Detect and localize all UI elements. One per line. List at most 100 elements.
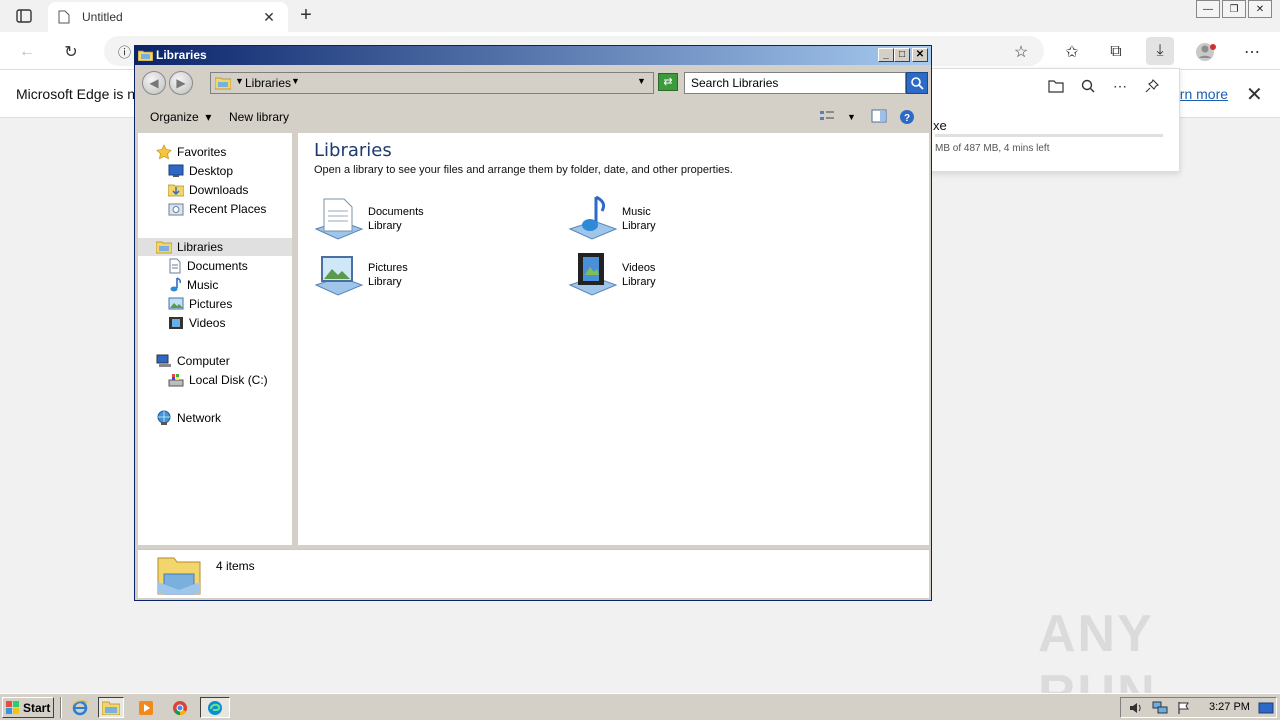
pictures-library-icon xyxy=(314,256,364,296)
search-downloads-icon[interactable] xyxy=(1079,77,1097,95)
start-button[interactable]: Start xyxy=(2,697,54,718)
tab-actions-icon[interactable] xyxy=(8,4,40,28)
close-infobar-icon[interactable]: ✕ xyxy=(1246,82,1263,107)
nav-libraries[interactable]: Libraries xyxy=(138,238,292,256)
status-bar: 4 items xyxy=(138,549,929,598)
explorer-navbar: ◀ ▶ ▼ Libraries ▼ ▼ ⇄ Search Libraries xyxy=(138,68,929,98)
search-icon xyxy=(911,77,924,90)
forward-button[interactable]: ▶ xyxy=(169,71,193,95)
explorer-window: Libraries _ □ ✕ ◀ ▶ ▼ Libraries ▼ ▼ ⇄ Se… xyxy=(134,45,932,601)
nav-computer[interactable]: Computer xyxy=(156,352,230,370)
change-view-icon[interactable] xyxy=(819,109,835,126)
browser-tab-bar: Untitled ✕ + — ❐ ✕ xyxy=(0,0,1280,32)
close-browser-button[interactable]: ✕ xyxy=(1248,0,1272,18)
info-icon[interactable]: ⓘ xyxy=(118,42,131,61)
organize-menu[interactable]: Organize ▾ xyxy=(150,110,211,124)
favorites-icon[interactable]: ✩ xyxy=(1059,39,1085,65)
pin-icon[interactable] xyxy=(1143,77,1161,95)
system-tray: 3:27 PM xyxy=(1120,697,1277,718)
library-documents[interactable]: Documents Library xyxy=(314,195,424,243)
chrome-icon[interactable] xyxy=(167,697,193,718)
navigation-pane: Favorites Desktop Downloads Recent Place… xyxy=(138,133,294,545)
media-player-icon[interactable] xyxy=(133,697,159,718)
nav-pictures[interactable]: Pictures xyxy=(168,295,232,313)
content-subheading: Open a library to see your files and arr… xyxy=(314,164,733,176)
nav-videos[interactable]: Videos xyxy=(168,314,225,332)
nav-favorites[interactable]: Favorites xyxy=(156,143,226,161)
minimize-button[interactable]: _ xyxy=(878,48,894,62)
downloads-icon[interactable]: ⤓ xyxy=(1146,37,1174,65)
explorer-taskbar-icon[interactable] xyxy=(98,697,124,718)
libraries-large-icon xyxy=(157,557,201,595)
show-desktop-icon[interactable] xyxy=(1258,701,1274,715)
maximize-button[interactable]: □ xyxy=(894,48,910,62)
new-tab-button[interactable]: + xyxy=(294,4,318,28)
more-options-icon[interactable]: ⋯ xyxy=(1111,77,1129,95)
nav-local-disk[interactable]: Local Disk (C:) xyxy=(168,371,268,389)
clock[interactable]: 3:27 PM xyxy=(1209,701,1250,713)
library-type: Library xyxy=(368,276,402,288)
videos-icon xyxy=(169,317,183,329)
preview-pane-icon[interactable] xyxy=(871,109,887,126)
chevron-down-icon[interactable]: ▼ xyxy=(235,76,244,86)
window-title: Libraries xyxy=(156,48,207,62)
volume-icon[interactable] xyxy=(1128,701,1144,715)
restore-browser-button[interactable]: ❐ xyxy=(1222,0,1246,18)
library-videos[interactable]: Videos Library xyxy=(568,251,656,299)
infobar-text: Microsoft Edge is no xyxy=(16,86,143,102)
back-icon[interactable]: ← xyxy=(14,39,40,65)
settings-more-icon[interactable]: ⋯ xyxy=(1239,39,1265,65)
chevron-down-icon[interactable]: ▼ xyxy=(291,76,300,86)
tab-title: Untitled xyxy=(82,10,123,24)
refresh-button[interactable]: ⇄ xyxy=(658,73,678,91)
close-tab-icon[interactable]: ✕ xyxy=(260,9,278,26)
minimize-browser-button[interactable]: — xyxy=(1196,0,1220,18)
collections-icon[interactable]: ⧉ xyxy=(1103,39,1129,65)
explorer-titlebar[interactable]: Libraries _ □ ✕ xyxy=(135,46,931,65)
profile-avatar[interactable] xyxy=(1193,39,1219,65)
nav-documents[interactable]: Documents xyxy=(168,257,248,275)
library-pictures[interactable]: Pictures Library xyxy=(314,251,408,299)
nav-downloads[interactable]: Downloads xyxy=(168,181,248,199)
nav-music[interactable]: Music xyxy=(168,276,218,294)
download-filename[interactable]: xe xyxy=(933,118,947,133)
library-type: Library xyxy=(368,220,402,232)
network-tray-icon[interactable] xyxy=(1152,701,1168,715)
new-library-button[interactable]: New library xyxy=(229,110,289,124)
library-name: Videos xyxy=(622,262,656,274)
search-button[interactable] xyxy=(906,72,928,94)
view-dropdown-icon[interactable]: ▼ xyxy=(847,112,856,122)
browser-tab[interactable]: Untitled ✕ xyxy=(48,2,288,32)
nav-network[interactable]: Network xyxy=(156,409,221,427)
download-status: MB of 487 MB, 4 mins left xyxy=(935,143,1050,154)
documents-library-icon xyxy=(314,198,364,240)
music-icon xyxy=(170,277,181,292)
edge-taskbar-icon[interactable] xyxy=(200,697,230,718)
downloads-panel: ⋯ xe MB of 487 MB, 4 mins left xyxy=(930,68,1180,172)
back-button[interactable]: ◀ xyxy=(142,71,166,95)
star-icon xyxy=(156,144,172,160)
refresh-icon[interactable]: ↻ xyxy=(58,39,84,65)
download-progress-bar xyxy=(935,134,1163,137)
close-button[interactable]: ✕ xyxy=(912,48,928,62)
nav-recent-places[interactable]: Recent Places xyxy=(168,200,266,218)
libraries-icon xyxy=(215,77,231,90)
add-favorite-icon[interactable]: ☆ xyxy=(1008,39,1034,65)
library-music[interactable]: Music Library xyxy=(568,195,656,243)
address-text[interactable]: Libraries xyxy=(245,76,291,90)
desktop-icon xyxy=(168,164,184,177)
internet-explorer-icon[interactable] xyxy=(67,697,93,718)
action-center-flag-icon[interactable] xyxy=(1176,701,1192,715)
search-input[interactable]: Search Libraries xyxy=(684,72,906,94)
library-name: Music xyxy=(622,206,651,218)
page-icon xyxy=(58,10,70,24)
learn-more-link[interactable]: arn more xyxy=(1172,86,1228,102)
libraries-folder-icon xyxy=(138,50,153,61)
open-folder-icon[interactable] xyxy=(1047,77,1065,95)
address-dropdown-icon[interactable]: ▼ xyxy=(637,76,646,86)
nav-desktop[interactable]: Desktop xyxy=(168,162,233,180)
videos-library-icon xyxy=(568,253,618,296)
help-icon[interactable]: ? xyxy=(899,109,915,128)
explorer-address-bar[interactable]: ▼ Libraries ▼ ▼ xyxy=(210,72,654,94)
recent-places-icon xyxy=(168,203,184,216)
